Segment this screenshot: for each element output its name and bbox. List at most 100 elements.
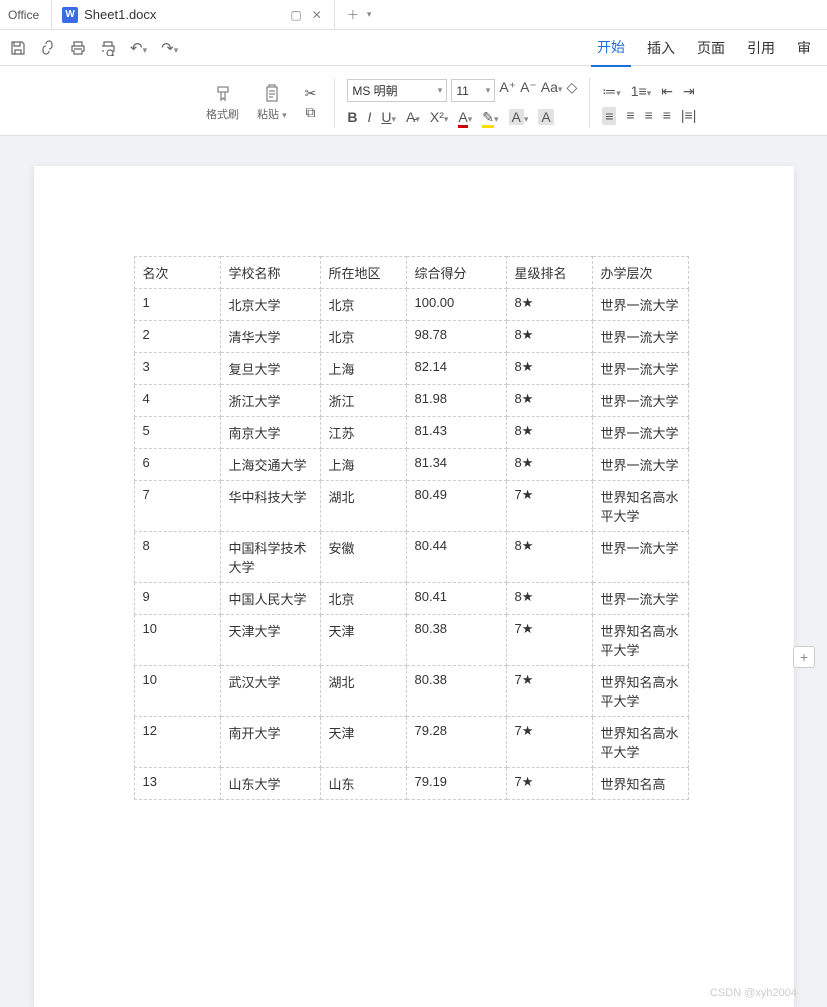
table-cell[interactable]: 安徽	[320, 532, 406, 583]
menu-insert[interactable]: 插入	[641, 30, 681, 66]
table-cell[interactable]: 80.41	[406, 583, 506, 615]
tab-close-icon[interactable]: ✕	[310, 8, 324, 22]
table-cell[interactable]: 7	[134, 481, 220, 532]
table-cell[interactable]: 7★	[506, 666, 592, 717]
table-cell[interactable]: 世界一流大学	[592, 583, 688, 615]
strikethrough-icon[interactable]: A̵▾	[406, 109, 420, 126]
data-table[interactable]: 名次 学校名称 所在地区 综合得分 星级排名 办学层次 1北京大学北京100.0…	[134, 256, 689, 800]
menu-start[interactable]: 开始	[591, 29, 631, 67]
table-cell[interactable]: 中国科学技术大学	[220, 532, 320, 583]
table-cell[interactable]: 7★	[506, 615, 592, 666]
increase-indent-icon[interactable]: ⇥	[683, 83, 695, 100]
table-cell[interactable]: 2	[134, 321, 220, 353]
menu-page[interactable]: 页面	[691, 30, 731, 66]
table-cell[interactable]: 81.34	[406, 449, 506, 481]
underline-icon[interactable]: U▾	[381, 109, 396, 126]
table-cell[interactable]: 10	[134, 666, 220, 717]
table-cell[interactable]: 世界一流大学	[592, 385, 688, 417]
table-cell[interactable]: 79.19	[406, 768, 506, 800]
table-cell[interactable]: 复旦大学	[220, 353, 320, 385]
table-cell[interactable]: 8★	[506, 532, 592, 583]
table-cell[interactable]: 8★	[506, 449, 592, 481]
table-cell[interactable]: 8★	[506, 385, 592, 417]
table-cell[interactable]: 天津	[320, 717, 406, 768]
table-cell[interactable]: 浙江	[320, 385, 406, 417]
decrease-indent-icon[interactable]: ⇤	[661, 83, 673, 100]
table-cell[interactable]: 世界一流大学	[592, 321, 688, 353]
table-cell[interactable]: 上海	[320, 353, 406, 385]
header-cell[interactable]: 学校名称	[220, 257, 320, 289]
table-cell[interactable]: 7★	[506, 481, 592, 532]
undo-icon[interactable]: ↶▾	[130, 39, 147, 57]
font-name-select[interactable]: MS 明朝▾	[347, 79, 447, 102]
paste-group[interactable]: 粘贴 ▾	[251, 82, 293, 124]
table-cell[interactable]: 山东大学	[220, 768, 320, 800]
table-cell[interactable]: 10	[134, 615, 220, 666]
table-cell[interactable]: 79.28	[406, 717, 506, 768]
table-cell[interactable]: 北京	[320, 289, 406, 321]
redo-icon[interactable]: ↷▾	[161, 39, 178, 57]
header-cell[interactable]: 星级排名	[506, 257, 592, 289]
table-cell[interactable]: 7★	[506, 768, 592, 800]
table-cell[interactable]: 世界一流大学	[592, 532, 688, 583]
table-cell[interactable]: 北京	[320, 321, 406, 353]
decrease-font-icon[interactable]: A⁻	[520, 79, 537, 102]
align-center-icon[interactable]: ≡	[626, 107, 634, 125]
table-cell[interactable]: 8	[134, 532, 220, 583]
table-cell[interactable]: 80.38	[406, 666, 506, 717]
table-cell[interactable]: 南京大学	[220, 417, 320, 449]
table-cell[interactable]: 江苏	[320, 417, 406, 449]
table-cell[interactable]: 世界知名高水平大学	[592, 717, 688, 768]
font-size-select[interactable]: 11▾	[451, 79, 495, 102]
superscript-icon[interactable]: X²▾	[430, 109, 449, 126]
char-shading-icon[interactable]: A▾	[509, 109, 529, 126]
numbered-list-icon[interactable]: 1≡▾	[631, 83, 652, 100]
table-cell[interactable]: 13	[134, 768, 220, 800]
table-cell[interactable]: 7★	[506, 717, 592, 768]
table-cell[interactable]: 天津大学	[220, 615, 320, 666]
table-cell[interactable]: 82.14	[406, 353, 506, 385]
table-cell[interactable]: 湖北	[320, 666, 406, 717]
table-cell[interactable]: 81.98	[406, 385, 506, 417]
table-cell[interactable]: 湖北	[320, 481, 406, 532]
bold-icon[interactable]: B	[347, 109, 357, 126]
table-cell[interactable]: 世界一流大学	[592, 449, 688, 481]
align-justify-icon[interactable]: ≡	[663, 107, 671, 125]
print-icon[interactable]	[70, 40, 86, 56]
align-left-icon[interactable]: ≡	[602, 107, 616, 125]
table-cell[interactable]: 世界知名高水平大学	[592, 615, 688, 666]
table-cell[interactable]: 世界知名高水平大学	[592, 481, 688, 532]
increase-font-icon[interactable]: A⁺	[499, 79, 516, 102]
table-cell[interactable]: 华中科技大学	[220, 481, 320, 532]
menu-reference[interactable]: 引用	[741, 30, 781, 66]
table-cell[interactable]: 北京大学	[220, 289, 320, 321]
save-icon[interactable]	[10, 40, 26, 56]
format-brush-group[interactable]: 格式刷	[200, 82, 245, 124]
header-cell[interactable]: 所在地区	[320, 257, 406, 289]
table-cell[interactable]: 8★	[506, 417, 592, 449]
table-cell[interactable]: 浙江大学	[220, 385, 320, 417]
table-cell[interactable]: 天津	[320, 615, 406, 666]
table-cell[interactable]: 4	[134, 385, 220, 417]
header-cell[interactable]: 办学层次	[592, 257, 688, 289]
table-cell[interactable]: 80.44	[406, 532, 506, 583]
table-cell[interactable]: 8★	[506, 353, 592, 385]
align-distribute-icon[interactable]: |≡|	[681, 107, 696, 125]
header-cell[interactable]: 名次	[134, 257, 220, 289]
table-cell[interactable]: 山东	[320, 768, 406, 800]
char-border-icon[interactable]: A	[538, 109, 553, 126]
copy-icon[interactable]: ⧉	[305, 104, 315, 121]
highlight-icon[interactable]: ✎▾	[482, 109, 498, 126]
table-cell[interactable]: 中国人民大学	[220, 583, 320, 615]
table-cell[interactable]: 清华大学	[220, 321, 320, 353]
table-cell[interactable]: 上海交通大学	[220, 449, 320, 481]
menu-review[interactable]: 审	[791, 30, 817, 66]
clear-format-icon[interactable]: ◇	[566, 79, 577, 102]
document-tab[interactable]: W Sheet1.docx ▢ ✕	[52, 0, 335, 29]
new-tab-button[interactable]: ＋	[345, 6, 361, 23]
table-cell[interactable]: 世界一流大学	[592, 289, 688, 321]
table-cell[interactable]: 100.00	[406, 289, 506, 321]
italic-icon[interactable]: I	[367, 109, 371, 126]
table-cell[interactable]: 世界一流大学	[592, 417, 688, 449]
tab-window-icon[interactable]: ▢	[288, 8, 303, 22]
